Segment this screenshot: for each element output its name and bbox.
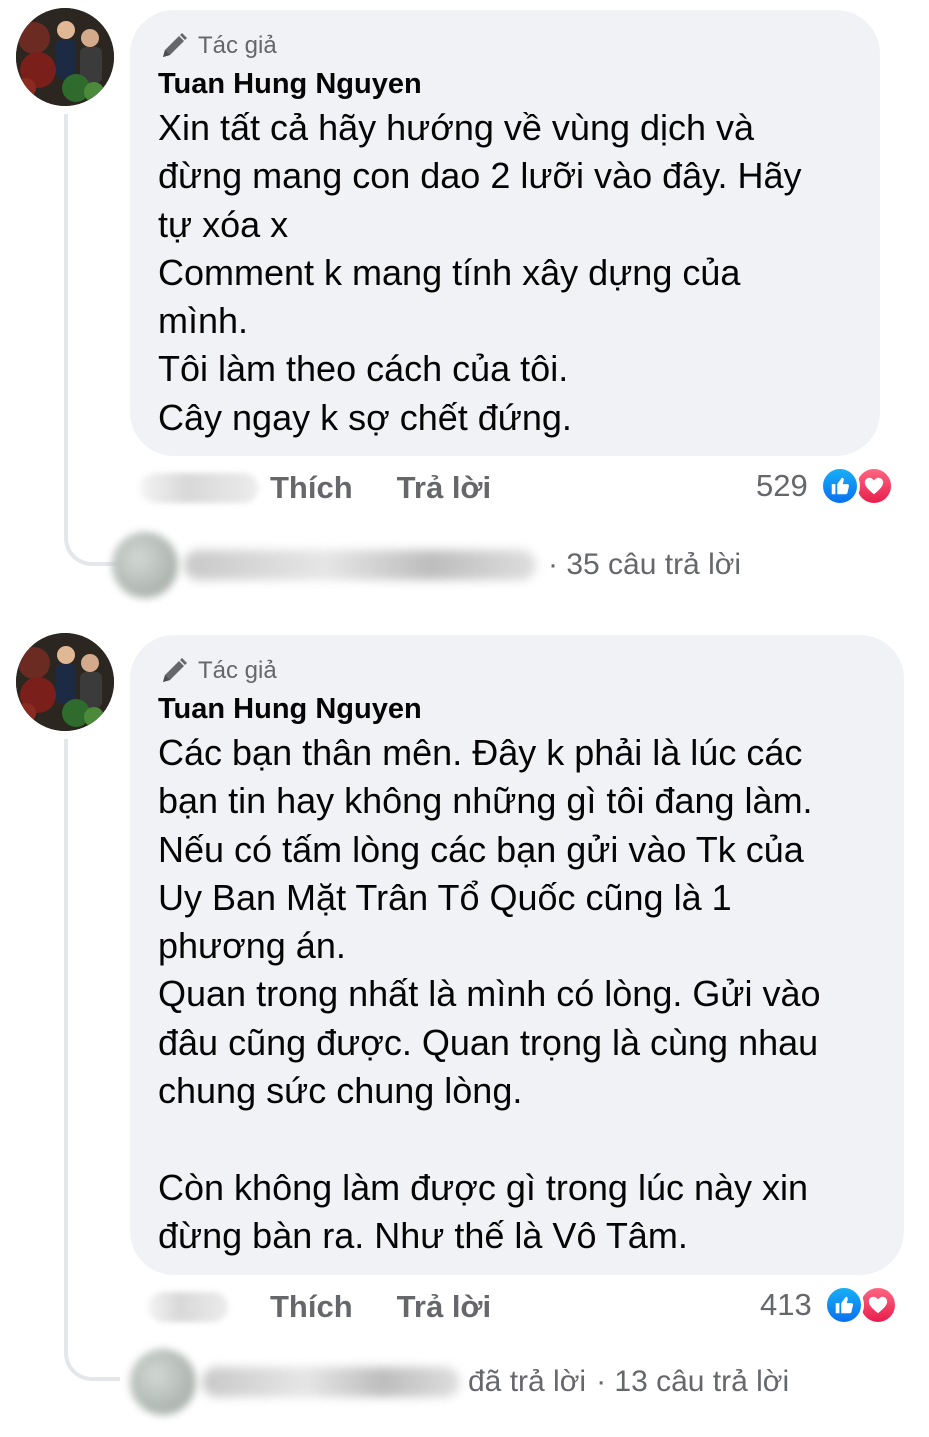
avatar[interactable] [16, 8, 114, 106]
reaction-summary[interactable]: 529 [756, 466, 894, 506]
reply-name-blurred [202, 1367, 460, 1397]
timestamp-blurred [148, 1292, 228, 1322]
like-button[interactable]: Thích [270, 470, 353, 506]
comment-actions: Thích Trả lời [148, 1289, 491, 1325]
profile-photo [16, 8, 114, 106]
reaction-summary[interactable]: 413 [760, 1285, 898, 1325]
reply-button[interactable]: Trả lời [397, 1289, 491, 1325]
author-name[interactable]: Tuan Hung Nguyen [158, 66, 852, 102]
comment-text: Xin tất cả hãy hướng về vùng dịch và đừn… [158, 107, 802, 438]
replies-count[interactable]: · 13 câu trả lời [596, 1365, 789, 1399]
view-replies[interactable]: · 35 câu trả lời [112, 532, 741, 598]
comment-bubble: Tác giả Tuan Hung Nguyen Xin tất cả hãy … [130, 10, 880, 456]
view-replies[interactable]: đã trả lời · 13 câu trả lời [130, 1349, 789, 1415]
reaction-icons [819, 466, 894, 506]
reaction-count: 529 [756, 468, 808, 503]
author-badge: Tác giả [158, 30, 852, 62]
reply-name-blurred [184, 550, 536, 580]
reaction-count: 413 [760, 1287, 812, 1322]
author-badge-label: Tác giả [198, 32, 277, 59]
pencil-icon [163, 658, 187, 682]
like-button[interactable]: Thích [270, 1289, 353, 1325]
reply-button[interactable]: Trả lời [397, 470, 491, 506]
comment-bubble: Tác giả Tuan Hung Nguyen Các bạn thân mê… [130, 635, 904, 1275]
author-name[interactable]: Tuan Hung Nguyen [158, 691, 876, 727]
replies-count[interactable]: · 35 câu trả lời [548, 548, 741, 582]
pencil-icon [163, 33, 187, 57]
like-icon [819, 466, 860, 506]
timestamp-blurred [140, 473, 258, 503]
reply-thread-line [64, 739, 120, 1381]
comment-thread: Tác giả Tuan Hung Nguyen Xin tất cả hãy … [0, 0, 929, 610]
like-icon [823, 1285, 864, 1325]
reply-avatar-blurred [130, 1349, 196, 1415]
comment-text: Các bạn thân mên. Đây k phải là lúc các … [158, 732, 821, 1256]
reply-avatar-blurred [112, 532, 178, 598]
author-badge: Tác giả [158, 655, 876, 687]
reaction-icons [823, 1285, 898, 1325]
avatar[interactable] [16, 633, 114, 731]
comment-actions: Thích Trả lời [140, 470, 491, 506]
comment-thread: Tác giả Tuan Hung Nguyen Các bạn thân mê… [0, 625, 929, 1425]
author-badge-label: Tác giả [198, 657, 277, 684]
love-icon [857, 1285, 898, 1325]
profile-photo [16, 633, 114, 731]
replies-prefix: đã trả lời [468, 1365, 587, 1398]
love-icon [853, 466, 894, 506]
reply-thread-line [64, 114, 120, 566]
